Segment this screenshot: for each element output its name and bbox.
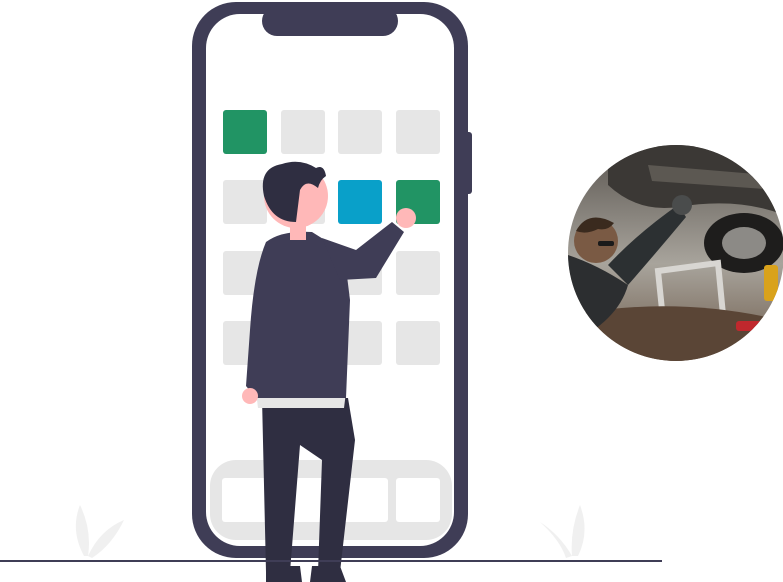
app-tile[interactable] (396, 321, 440, 365)
phone-notch (262, 6, 398, 36)
app-tile[interactable] (338, 110, 382, 154)
person-shoe-left (266, 566, 302, 582)
mechanic-photo (568, 145, 783, 361)
wheel-rim-icon (722, 227, 766, 259)
app-tile[interactable] (396, 110, 440, 154)
app-tile[interactable] (223, 180, 267, 224)
app-tile[interactable] (396, 251, 440, 295)
mechanic-glasses-icon (598, 241, 614, 246)
ground-line (0, 560, 662, 562)
person-shoe-right (310, 566, 346, 582)
app-tile[interactable] (281, 110, 325, 154)
app-tile[interactable] (223, 110, 267, 154)
dock-slot[interactable] (396, 478, 440, 522)
person-hand-left (242, 388, 258, 404)
plant-right-icon (540, 505, 585, 558)
mechanic-glove-icon (672, 195, 692, 215)
app-tile[interactable] (338, 180, 382, 224)
person-hand-raised (396, 208, 416, 228)
plant-left-icon (75, 505, 124, 558)
